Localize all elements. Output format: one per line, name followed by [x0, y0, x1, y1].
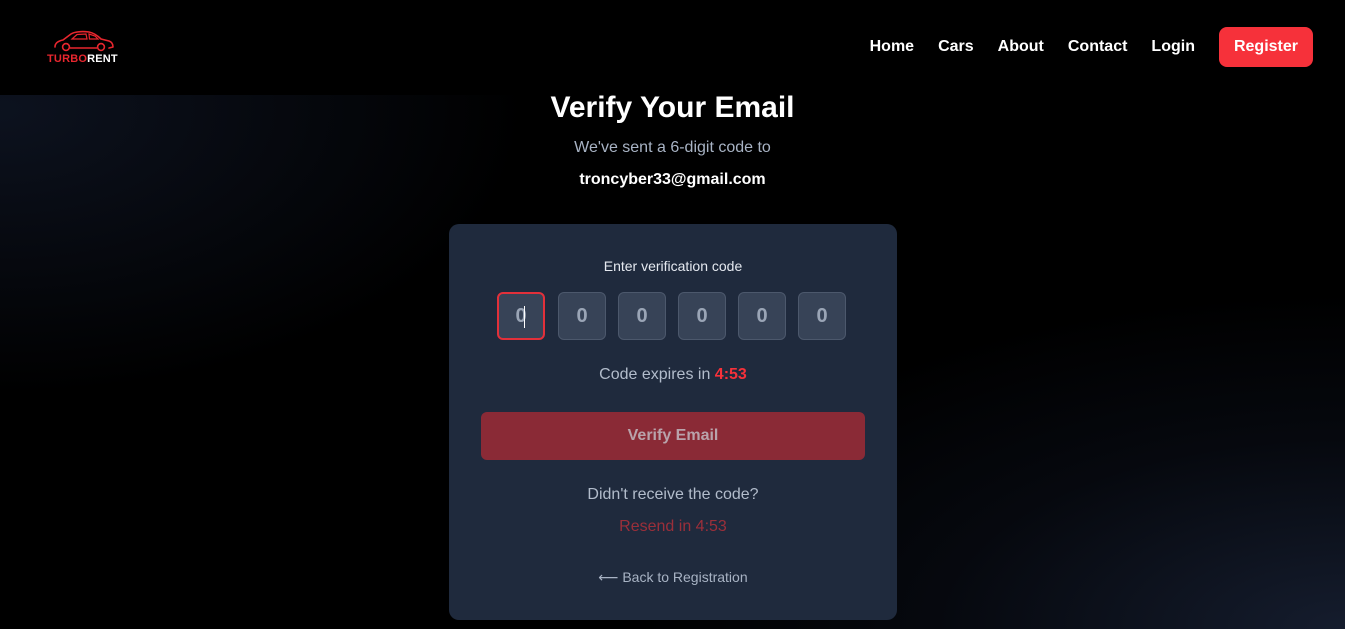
otp-digit-4-placeholder: 0 — [696, 305, 708, 327]
car-icon — [54, 30, 114, 52]
page-title: Verify Your Email — [550, 91, 795, 124]
resend-code-link[interactable]: Resend in 4:53 — [449, 518, 897, 536]
nav-cars-link[interactable]: Cars — [938, 38, 974, 56]
otp-digit-6[interactable]: 0 — [798, 292, 846, 340]
page: TURBORENT Home Cars About Contact Login … — [0, 0, 1345, 629]
nav-login-link[interactable]: Login — [1151, 38, 1195, 56]
brand-name-part2: RENT — [87, 53, 118, 65]
text-caret — [524, 306, 525, 328]
otp-digit-1[interactable]: 0 — [497, 292, 545, 340]
target-email: troncyber33@gmail.com — [579, 171, 766, 188]
code-label: Enter verification code — [603, 258, 743, 274]
otp-digit-3-placeholder: 0 — [636, 305, 648, 327]
resend-prompt: Didn't receive the code? — [587, 486, 759, 503]
otp-digit-5-placeholder: 0 — [756, 305, 768, 327]
code-expiry-label: Code expires in — [599, 366, 711, 383]
otp-digit-6-placeholder: 0 — [816, 305, 828, 327]
register-button[interactable]: Register — [1218, 27, 1313, 67]
brand-name-part1: TURBO — [47, 53, 88, 65]
nav-contact-link[interactable]: Contact — [1068, 38, 1128, 56]
verification-card: Enter verification code 0 0 0 0 0 0 Code… — [449, 224, 897, 620]
verify-email-button[interactable]: Verify Email — [481, 412, 865, 460]
otp-digit-2-placeholder: 0 — [576, 305, 588, 327]
code-expiry: Code expires in 4:53 — [449, 366, 897, 384]
brand-name: TURBORENT — [47, 53, 118, 65]
otp-digit-2[interactable]: 0 — [558, 292, 606, 340]
back-to-registration-link[interactable]: ⟵ Back to Registration — [449, 569, 897, 586]
page-subtitle: We've sent a 6-digit code to — [574, 139, 771, 156]
otp-digit-4[interactable]: 0 — [678, 292, 726, 340]
expiry-timer: 4:53 — [714, 366, 747, 383]
brand-logo[interactable]: TURBORENT — [46, 30, 124, 66]
otp-digit-5[interactable]: 0 — [738, 292, 786, 340]
nav-about-link[interactable]: About — [998, 38, 1044, 56]
nav-home-link[interactable]: Home — [870, 38, 914, 56]
header: TURBORENT Home Cars About Contact Login … — [0, 0, 1345, 95]
main-nav: Home Cars About Contact Login Register — [846, 27, 1313, 67]
otp-digit-3[interactable]: 0 — [618, 292, 666, 340]
